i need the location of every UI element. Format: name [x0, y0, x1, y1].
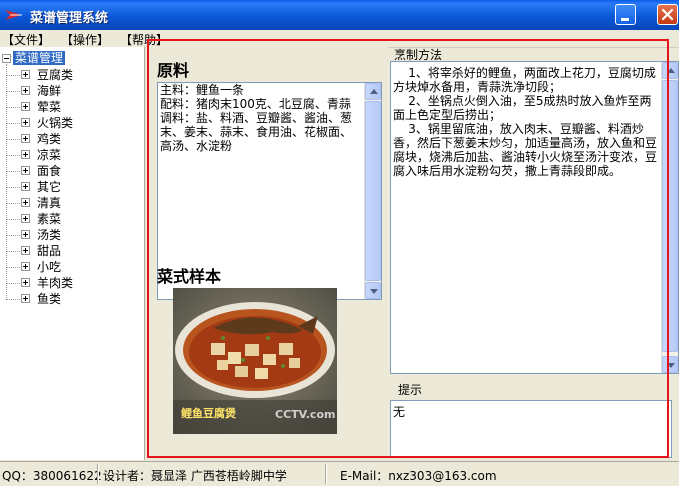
- tree-guide-line: [6, 107, 20, 108]
- tree-guide-line: [6, 251, 20, 252]
- window-title: 菜谱管理系统: [30, 11, 109, 26]
- tree-item-label[interactable]: 其它: [37, 180, 61, 194]
- title-bar[interactable]: 菜谱管理系统: [0, 0, 679, 30]
- menu-help[interactable]: 【帮助】: [120, 31, 168, 48]
- method-scroll-thumb[interactable]: [662, 80, 678, 352]
- method-label: 烹制方法: [388, 47, 679, 62]
- method-scroll-down-button[interactable]: [662, 356, 678, 373]
- sample-title: 菜式样本: [157, 267, 222, 286]
- menu-bar: 【文件】 【操作】 【帮助】: [0, 30, 679, 48]
- dish-photo: 鲤鱼豆腐煲 CCTV.com: [173, 288, 337, 434]
- tree-item-label[interactable]: 小吃: [37, 260, 61, 274]
- tree-guide-line: [6, 187, 20, 188]
- status-designer: 设计者：聂显泽 广西苍梧岭脚中学: [103, 469, 287, 483]
- expand-icon[interactable]: [21, 230, 30, 239]
- tree-guide-line: [6, 139, 20, 140]
- collapse-icon[interactable]: [2, 53, 11, 63]
- tree-guide-line: [6, 235, 20, 236]
- middle-panel: 原料 主料：鲤鱼一条 配料：猪肉末100克、北豆腐、青蒜 调料：盐、料酒、豆瓣酱…: [146, 47, 386, 460]
- tree-guide-line: [6, 267, 20, 268]
- tree-guide-line: [6, 91, 20, 92]
- tree-item-label[interactable]: 荤菜: [37, 100, 61, 114]
- tree-item-label[interactable]: 羊肉类: [37, 276, 73, 290]
- tree-root-label[interactable]: 菜谱管理: [13, 51, 66, 65]
- expand-icon[interactable]: [21, 118, 30, 127]
- tree-item-label[interactable]: 海鲜: [37, 84, 61, 98]
- tree-guide-line: [6, 299, 20, 300]
- ingredients-text: 主料：鲤鱼一条 配料：猪肉末100克、北豆腐、青蒜 调料：盐、料酒、豆瓣酱、酱油…: [160, 83, 353, 153]
- scroll-up-button[interactable]: [365, 83, 381, 100]
- tree-item-label[interactable]: 清真: [37, 196, 61, 210]
- tree-guide-line: [6, 219, 20, 220]
- method-scrollbar[interactable]: [661, 62, 678, 373]
- status-separator: [97, 464, 99, 484]
- method-text: 1、将宰杀好的鲤鱼，两面改上花刀，豆腐切成方块焯水备用，青蒜洗净切段； 2、坐锅…: [393, 66, 658, 178]
- expand-icon[interactable]: [21, 246, 30, 255]
- ingredients-scrollbar[interactable]: [364, 83, 381, 299]
- scroll-thumb[interactable]: [365, 101, 381, 281]
- scroll-down-button[interactable]: [365, 282, 381, 299]
- tip-textbox[interactable]: 无: [390, 400, 672, 458]
- expand-icon[interactable]: [21, 278, 30, 287]
- category-tree[interactable]: 菜谱管理 豆腐类海鲜荤菜火锅类鸡类凉菜面食其它清真素菜汤类甜品小吃羊肉类鱼类: [0, 47, 145, 460]
- tree-item-label[interactable]: 火锅类: [37, 116, 73, 130]
- method-textbox[interactable]: 1、将宰杀好的鲤鱼，两面改上花刀，豆腐切成方块焯水备用，青蒜洗净切段； 2、坐锅…: [390, 61, 679, 374]
- app-icon: [4, 7, 24, 23]
- tree-root[interactable]: 菜谱管理: [2, 51, 66, 65]
- expand-icon[interactable]: [21, 166, 30, 175]
- tree-item-label[interactable]: 凉菜: [37, 148, 61, 162]
- arrow-up-icon: [667, 68, 675, 73]
- tree-item-label[interactable]: 素菜: [37, 212, 61, 226]
- tree-item-label[interactable]: 甜品: [37, 244, 61, 258]
- tip-text: 无: [393, 405, 406, 419]
- tree-guide-line: [6, 283, 20, 284]
- tree-item-label[interactable]: 鸡类: [37, 132, 61, 146]
- expand-icon[interactable]: [21, 70, 30, 79]
- expand-icon[interactable]: [21, 214, 30, 223]
- close-button[interactable]: [657, 4, 678, 25]
- ingredients-title: 原料: [157, 61, 190, 80]
- status-bar: QQ：380061622 设计者：聂显泽 广西苍梧岭脚中学 E-Mail：nxz…: [0, 461, 679, 486]
- expand-icon[interactable]: [21, 262, 30, 271]
- tree-guide-line: [6, 75, 20, 76]
- minimize-button[interactable]: [615, 4, 636, 25]
- status-email: E-Mail：nxz303@163.com: [340, 469, 497, 483]
- cctv-watermark: CCTV.com: [275, 408, 336, 421]
- tree-guide-line: [6, 64, 7, 300]
- status-separator: [325, 464, 327, 484]
- minimize-icon: [621, 18, 629, 21]
- expand-icon[interactable]: [21, 294, 30, 303]
- expand-icon[interactable]: [21, 198, 30, 207]
- tree-guide-line: [6, 171, 20, 172]
- tree-guide-line: [6, 123, 20, 124]
- status-qq: QQ：380061622: [2, 469, 102, 483]
- tree-guide-line: [6, 203, 20, 204]
- expand-icon[interactable]: [21, 134, 30, 143]
- close-icon: [661, 8, 674, 21]
- method-scroll-up-button[interactable]: [662, 62, 678, 79]
- arrow-down-icon: [370, 289, 378, 294]
- arrow-up-icon: [370, 89, 378, 94]
- tree-item-label[interactable]: 汤类: [37, 228, 61, 242]
- expand-icon[interactable]: [21, 182, 30, 191]
- arrow-down-icon: [667, 363, 675, 368]
- tree-guide-line: [6, 155, 20, 156]
- expand-icon[interactable]: [21, 102, 30, 111]
- tree-item-label[interactable]: 豆腐类: [37, 68, 73, 82]
- tree-item-label[interactable]: 鱼类: [37, 292, 61, 306]
- tree-item-label[interactable]: 面食: [37, 164, 61, 178]
- right-panel: 烹制方法 1、将宰杀好的鲤鱼，两面改上花刀，豆腐切成方块焯水备用，青蒜洗净切段；…: [388, 47, 679, 460]
- expand-icon[interactable]: [21, 86, 30, 95]
- menu-file[interactable]: 【文件】: [2, 31, 50, 48]
- expand-icon[interactable]: [21, 150, 30, 159]
- photo-caption: 鲤鱼豆腐煲: [181, 407, 236, 420]
- menu-operation[interactable]: 【操作】: [61, 31, 109, 48]
- tip-label: 提示: [398, 383, 423, 397]
